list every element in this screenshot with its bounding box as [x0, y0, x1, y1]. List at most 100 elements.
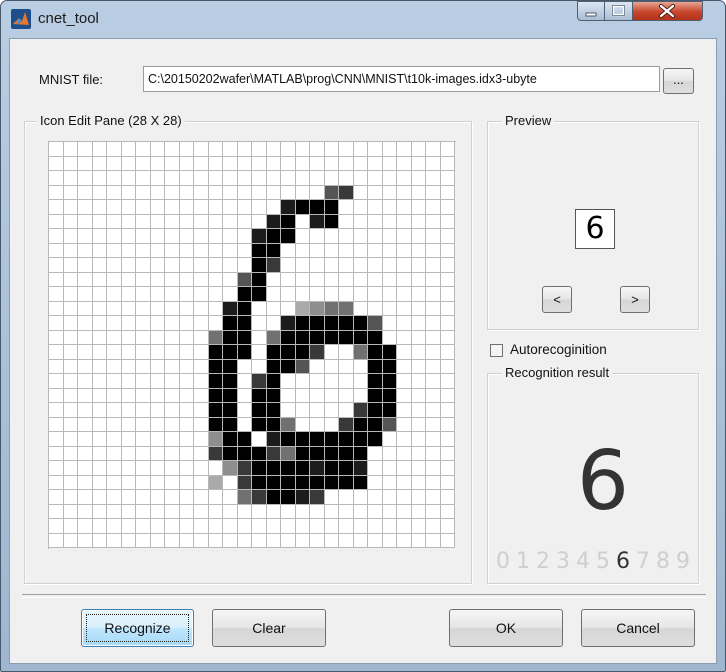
pixel-cell[interactable]	[426, 374, 441, 389]
pixel-cell[interactable]	[426, 287, 441, 302]
pixel-cell[interactable]	[165, 446, 180, 461]
pixel-cell[interactable]	[368, 185, 383, 200]
pixel-cell[interactable]	[382, 185, 397, 200]
pixel-cell[interactable]	[397, 388, 412, 403]
pixel-cell[interactable]	[237, 258, 252, 273]
pixel-cell[interactable]	[440, 200, 455, 215]
pixel-cell[interactable]	[397, 185, 412, 200]
pixel-cell[interactable]	[266, 200, 281, 215]
pixel-cell[interactable]	[150, 490, 165, 505]
pixel-cell[interactable]	[310, 359, 325, 374]
pixel-cell[interactable]	[208, 417, 223, 432]
pixel-cell[interactable]	[353, 316, 368, 331]
pixel-cell[interactable]	[252, 461, 267, 476]
pixel-cell[interactable]	[63, 185, 78, 200]
pixel-cell[interactable]	[179, 185, 194, 200]
pixel-cell[interactable]	[208, 475, 223, 490]
pixel-cell[interactable]	[237, 229, 252, 244]
pixel-cell[interactable]	[78, 272, 93, 287]
pixel-cell[interactable]	[397, 243, 412, 258]
pixel-cell[interactable]	[310, 330, 325, 345]
cancel-button[interactable]: Cancel	[581, 609, 695, 647]
pixel-cell[interactable]	[223, 142, 238, 157]
pixel-cell[interactable]	[49, 417, 64, 432]
pixel-cell[interactable]	[295, 272, 310, 287]
pixel-cell[interactable]	[281, 475, 296, 490]
pixel-cell[interactable]	[339, 171, 354, 186]
pixel-cell[interactable]	[194, 533, 209, 548]
pixel-cell[interactable]	[121, 185, 136, 200]
pixel-cell[interactable]	[136, 403, 151, 418]
pixel-cell[interactable]	[78, 432, 93, 447]
pixel-cell[interactable]	[208, 171, 223, 186]
ok-button[interactable]: OK	[449, 609, 563, 647]
pixel-cell[interactable]	[107, 185, 122, 200]
pixel-cell[interactable]	[411, 403, 426, 418]
pixel-cell[interactable]	[440, 359, 455, 374]
pixel-cell[interactable]	[63, 316, 78, 331]
pixel-cell[interactable]	[281, 519, 296, 534]
pixel-cell[interactable]	[339, 345, 354, 360]
pixel-cell[interactable]	[310, 243, 325, 258]
pixel-cell[interactable]	[281, 185, 296, 200]
pixel-cell[interactable]	[353, 272, 368, 287]
pixel-cell[interactable]	[107, 243, 122, 258]
pixel-cell[interactable]	[295, 214, 310, 229]
pixel-cell[interactable]	[339, 388, 354, 403]
pixel-cell[interactable]	[63, 214, 78, 229]
pixel-cell[interactable]	[252, 200, 267, 215]
pixel-cell[interactable]	[426, 446, 441, 461]
pixel-cell[interactable]	[121, 359, 136, 374]
pixel-cell[interactable]	[310, 258, 325, 273]
pixel-cell[interactable]	[339, 229, 354, 244]
close-button[interactable]	[633, 1, 703, 21]
pixel-cell[interactable]	[92, 519, 107, 534]
pixel-cell[interactable]	[411, 345, 426, 360]
pixel-cell[interactable]	[324, 446, 339, 461]
pixel-cell[interactable]	[411, 258, 426, 273]
pixel-cell[interactable]	[49, 446, 64, 461]
pixel-cell[interactable]	[49, 490, 64, 505]
pixel-cell[interactable]	[121, 142, 136, 157]
pixel-cell[interactable]	[295, 374, 310, 389]
pixel-cell[interactable]	[179, 359, 194, 374]
pixel-cell[interactable]	[121, 519, 136, 534]
pixel-cell[interactable]	[49, 185, 64, 200]
pixel-cell[interactable]	[368, 243, 383, 258]
pixel-cell[interactable]	[121, 200, 136, 215]
pixel-cell[interactable]	[194, 258, 209, 273]
pixel-cell[interactable]	[397, 475, 412, 490]
pixel-cell[interactable]	[78, 142, 93, 157]
pixel-cell[interactable]	[136, 461, 151, 476]
pixel-cell[interactable]	[223, 272, 238, 287]
pixel-cell[interactable]	[397, 156, 412, 171]
pixel-cell[interactable]	[426, 475, 441, 490]
pixel-cell[interactable]	[49, 330, 64, 345]
pixel-cell[interactable]	[194, 475, 209, 490]
pixel-cell[interactable]	[295, 200, 310, 215]
pixel-cell[interactable]	[237, 490, 252, 505]
pixel-cell[interactable]	[92, 258, 107, 273]
pixel-cell[interactable]	[324, 185, 339, 200]
pixel-cell[interactable]	[397, 417, 412, 432]
pixel-cell[interactable]	[208, 272, 223, 287]
pixel-cell[interactable]	[136, 475, 151, 490]
pixel-cell[interactable]	[208, 432, 223, 447]
pixel-cell[interactable]	[150, 301, 165, 316]
pixel-cell[interactable]	[353, 258, 368, 273]
pixel-cell[interactable]	[440, 417, 455, 432]
pixel-cell[interactable]	[165, 432, 180, 447]
pixel-cell[interactable]	[266, 229, 281, 244]
pixel-cell[interactable]	[237, 475, 252, 490]
pixel-cell[interactable]	[339, 490, 354, 505]
pixel-cell[interactable]	[107, 504, 122, 519]
pixel-cell[interactable]	[49, 171, 64, 186]
pixel-cell[interactable]	[237, 214, 252, 229]
pixel-cell[interactable]	[194, 417, 209, 432]
pixel-cell[interactable]	[339, 330, 354, 345]
pixel-cell[interactable]	[266, 359, 281, 374]
pixel-cell[interactable]	[281, 156, 296, 171]
pixel-cell[interactable]	[179, 142, 194, 157]
pixel-cell[interactable]	[78, 388, 93, 403]
pixel-cell[interactable]	[310, 200, 325, 215]
